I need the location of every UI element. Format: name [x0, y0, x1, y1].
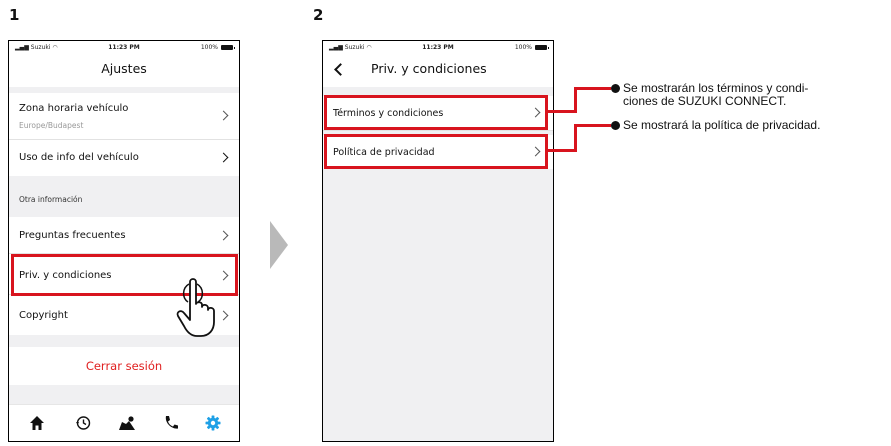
callout-policy: Se mostrará la política de privacidad. [623, 118, 821, 132]
next-step-arrow-icon [270, 221, 288, 269]
callout-line [574, 88, 577, 113]
chevron-right-icon [218, 110, 229, 121]
row-label: Copyright [19, 310, 68, 321]
chevron-right-icon [218, 152, 229, 163]
bottom-tab-bar [9, 404, 239, 441]
back-arrow-icon[interactable] [334, 63, 347, 76]
highlight-terms-row [324, 95, 548, 130]
battery-icon [221, 45, 235, 50]
map-icon[interactable] [117, 413, 137, 433]
home-icon[interactable] [27, 413, 47, 433]
page-title: Priv. y condiciones [371, 61, 487, 76]
settings-row-faq[interactable]: Preguntas frecuentes [9, 217, 239, 253]
settings-row-vehicle-info[interactable]: Uso de info del vehículo [9, 140, 239, 176]
row-label: Preguntas frecuentes [19, 230, 126, 241]
phone-screen-settings: ▂▄▆ Suzuki ◠ 11:23 PM 100% Ajustes Zona … [8, 40, 240, 442]
row-label: Uso de info del vehículo [19, 152, 139, 163]
divider [323, 130, 553, 131]
battery-percent: 100% [200, 44, 218, 51]
bullet-icon [611, 121, 620, 130]
bullet-icon [611, 84, 620, 93]
section-header: Otra información [19, 195, 83, 204]
logout-row[interactable]: Cerrar sesión [9, 347, 239, 385]
step-number-1: 1 [9, 6, 20, 24]
logout-button[interactable]: Cerrar sesión [9, 359, 239, 373]
callout-terms: Se mostrarán los términos y condi- cione… [623, 82, 808, 108]
tap-hand-icon [176, 278, 215, 337]
row-label: Zona horaria vehículo [19, 103, 129, 114]
page-title: Ajustes [101, 61, 147, 76]
step-number-2: 2 [313, 6, 324, 24]
battery-icon [535, 45, 549, 50]
callout-line [574, 125, 577, 152]
callout-line [574, 87, 611, 90]
history-icon[interactable] [73, 413, 93, 433]
battery-percent: 100% [514, 44, 532, 51]
chevron-right-icon [218, 230, 229, 241]
status-bar: ▂▄▆ Suzuki ◠ 11:23 PM 100% [9, 41, 239, 55]
status-bar: ▂▄▆ Suzuki ◠ 11:23 PM 100% [323, 41, 553, 55]
settings-row-timezone[interactable]: Zona horaria vehículo Europe/Budapest [9, 93, 239, 139]
callout-line [548, 110, 576, 113]
callout-line [548, 149, 576, 152]
row-sublabel: Europe/Budapest [19, 121, 84, 130]
callout-terms-line-2: ciones de SUZUKI CONNECT. [623, 94, 787, 108]
gear-icon[interactable] [203, 413, 223, 433]
highlight-policy-row [324, 134, 548, 169]
callout-line [574, 124, 611, 127]
phone-icon[interactable] [161, 413, 181, 433]
